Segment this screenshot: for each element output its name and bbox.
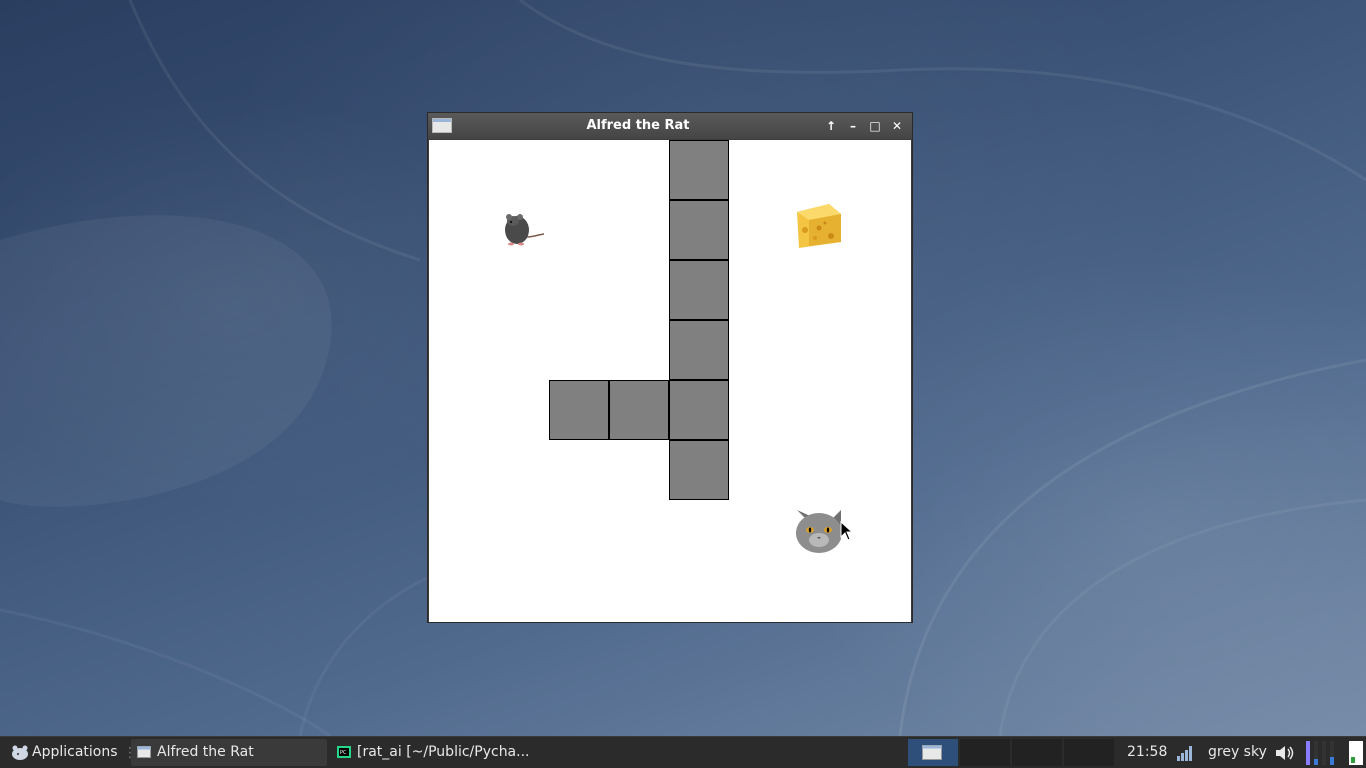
obstacle-cell <box>669 320 729 380</box>
cpu-monitor-icon <box>1306 741 1334 765</box>
obstacle-cell <box>609 380 669 440</box>
minimize-button[interactable]: – <box>844 117 862 135</box>
obstacle-cell <box>669 440 729 500</box>
rat-sprite <box>505 214 545 246</box>
clock[interactable]: 21:58 <box>1127 737 1167 768</box>
volume-icon[interactable] <box>1274 744 1296 762</box>
game-board[interactable] <box>429 140 911 622</box>
obstacle-cell <box>669 260 729 320</box>
applications-menu-button[interactable]: Applications <box>4 737 118 768</box>
workspace-1[interactable] <box>908 739 958 766</box>
window-title: Alfred the Rat <box>586 118 690 133</box>
task-label: Alfred the Rat <box>157 744 254 760</box>
obstacle-cell <box>669 200 729 260</box>
memory-monitor-icon <box>1349 741 1363 765</box>
task-rat-ai[interactable]: PC [rat_ai [~/Public/Pycha... <box>331 739 529 766</box>
network-signal-icon[interactable] <box>1176 744 1194 762</box>
mouse-cursor-icon <box>840 521 854 541</box>
applications-label: Applications <box>32 744 118 760</box>
workspace-window-icon <box>922 745 942 760</box>
xfce-logo-icon <box>12 745 28 760</box>
cheese-sprite <box>797 204 841 248</box>
window-icon <box>137 746 151 758</box>
workspace-2[interactable] <box>960 739 1010 766</box>
svg-text:PC: PC <box>340 750 347 756</box>
weather-label[interactable]: grey sky <box>1208 737 1267 768</box>
obstacle-cell <box>669 140 729 200</box>
taskbar: Applications ⋮ Alfred the Rat PC [rat_ai… <box>0 736 1366 768</box>
workspace-4[interactable] <box>1064 739 1114 766</box>
obstacle-cell <box>549 380 609 440</box>
shade-button[interactable]: ↑ <box>822 117 840 135</box>
close-button[interactable]: ✕ <box>888 117 906 135</box>
app-window: Alfred the Rat ↑ – □ ✕ <box>427 112 913 623</box>
task-alfred-the-rat[interactable]: Alfred the Rat <box>131 739 327 766</box>
workspace-3[interactable] <box>1012 739 1062 766</box>
pycharm-icon: PC <box>337 746 351 758</box>
task-label: [rat_ai [~/Public/Pycha... <box>357 744 529 760</box>
window-titlebar[interactable]: Alfred the Rat ↑ – □ ✕ <box>428 113 912 139</box>
maximize-button[interactable]: □ <box>866 117 884 135</box>
obstacle-cell <box>669 380 729 440</box>
